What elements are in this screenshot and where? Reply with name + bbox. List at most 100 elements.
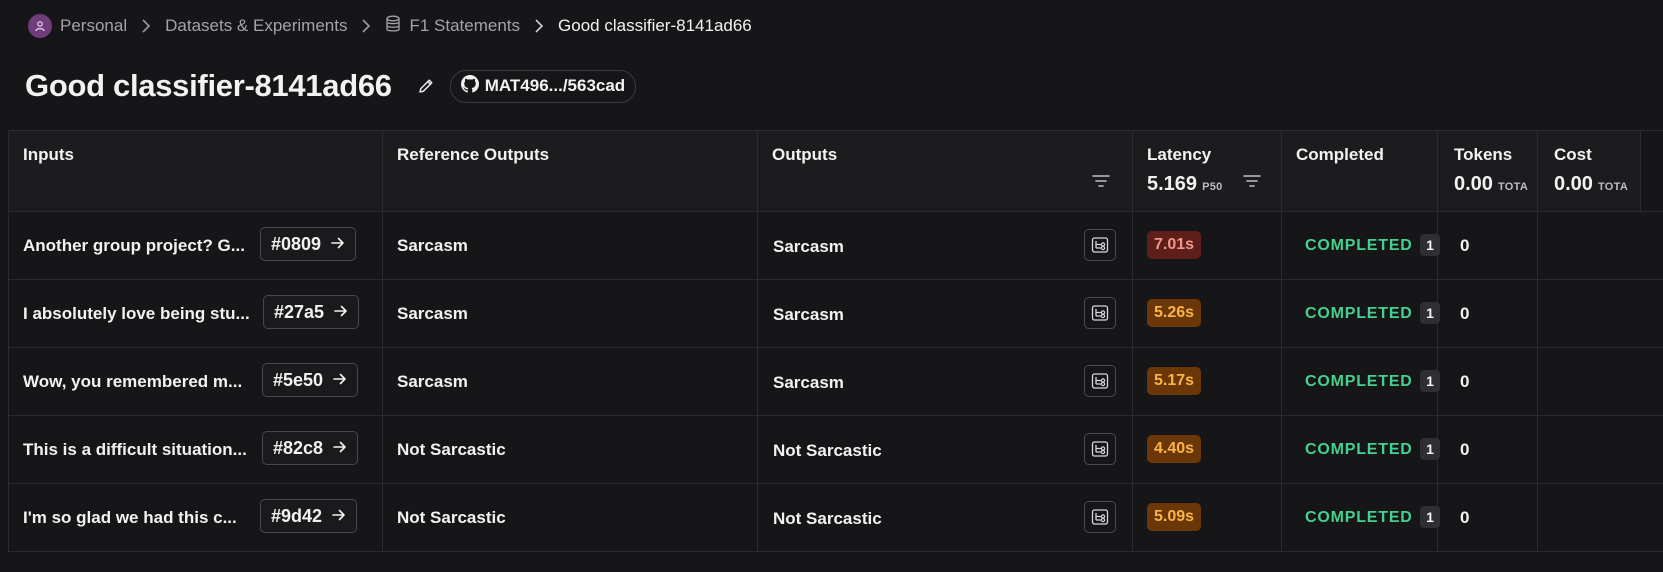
arrow-right-icon	[331, 234, 345, 255]
input-text: Another group project? G...	[23, 236, 245, 255]
output-text: Not Sarcastic	[773, 509, 882, 528]
tokens-text: 0	[1460, 372, 1470, 391]
column-header-inputs[interactable]: Inputs	[23, 145, 74, 165]
tokens-text: 0	[1460, 304, 1470, 323]
breadcrumb-datasets[interactable]: Datasets & Experiments	[165, 16, 347, 36]
example-id-button[interactable]: #9d42	[260, 499, 358, 533]
status-badge: COMPLETED	[1305, 237, 1413, 254]
output-text: Not Sarcastic	[773, 441, 882, 460]
latency-summary: 5.169 P50	[1147, 173, 1223, 196]
arrow-right-icon	[333, 370, 347, 391]
commit-badge[interactable]: MAT496.../563cad	[449, 69, 637, 103]
tokens-text: 0	[1460, 236, 1470, 255]
breadcrumb-personal[interactable]: Personal	[28, 14, 127, 38]
example-id-label: #0809	[271, 233, 322, 254]
column-header-cost[interactable]: Cost	[1554, 145, 1592, 165]
database-icon	[385, 15, 401, 38]
feedback-count[interactable]: 1	[1420, 506, 1440, 528]
status-badge: COMPLETED	[1305, 373, 1413, 390]
example-id-button[interactable]: #0809	[260, 227, 357, 261]
pencil-icon[interactable]	[414, 74, 438, 98]
feedback-count[interactable]: 1	[1420, 234, 1440, 256]
input-cell: Another group project? G...	[23, 212, 251, 280]
example-id-button[interactable]: #5e50	[262, 363, 359, 397]
arrow-right-icon	[334, 302, 348, 323]
output-text: Sarcasm	[773, 373, 844, 392]
status-badge: COMPLETED	[1305, 509, 1413, 526]
reference-output-cell: Not Sarcastic	[397, 416, 506, 484]
reference-output-text: Sarcasm	[397, 372, 468, 391]
cost-unit: TOTA	[1597, 181, 1629, 193]
experiment-table: Inputs Reference Outputs Outputs Latency…	[8, 130, 1663, 572]
input-text: I'm so glad we had this c...	[23, 508, 237, 527]
tokens-cell: 0	[1460, 484, 1469, 552]
tokens-unit: TOTA	[1497, 181, 1529, 193]
latency-badge: 5.17s	[1147, 367, 1202, 395]
example-id-label: #27a5	[274, 301, 325, 322]
cost-summary: 0.00 TOTA	[1554, 173, 1636, 196]
output-cell: Sarcasm	[773, 213, 844, 281]
table-row[interactable]: Wow, you remembered m... #5e50 Sarcasm S…	[8, 347, 1663, 416]
table-row[interactable]: I absolutely love being stu... #27a5 Sar…	[8, 279, 1663, 348]
example-id-button[interactable]: #82c8	[262, 431, 359, 465]
reference-output-cell: Sarcasm	[397, 280, 468, 348]
output-cell: Sarcasm	[773, 281, 844, 349]
table-row[interactable]: I'm so glad we had this c... #9d42 Not S…	[8, 483, 1663, 552]
user-avatar-icon	[28, 14, 52, 38]
breadcrumb-current: Good classifier-8141ad66	[558, 16, 752, 36]
tokens-text: 0	[1460, 508, 1470, 527]
status-badge: COMPLETED	[1305, 305, 1413, 322]
chevron-right-icon	[141, 19, 151, 33]
latency-badge: 4.40s	[1147, 435, 1202, 463]
tokens-cell: 0	[1460, 348, 1469, 416]
table-row[interactable]: This is a difficult situation... #82c8 N…	[8, 415, 1663, 484]
table-row[interactable]: Another group project? G... #0809 Sarcas…	[8, 211, 1663, 280]
trace-tree-icon[interactable]	[1084, 229, 1116, 261]
input-text: This is a difficult situation...	[23, 440, 247, 459]
tokens-summary: 0.00 TOTA	[1454, 173, 1536, 196]
breadcrumb-personal-label: Personal	[60, 16, 128, 35]
page-title: Good classifier-8141ad66	[25, 68, 392, 103]
example-id-label: #9d42	[271, 505, 323, 526]
reference-output-text: Not Sarcastic	[397, 508, 506, 527]
reference-output-text: Not Sarcastic	[397, 440, 506, 459]
reference-output-text: Sarcasm	[397, 304, 468, 323]
column-header-tokens[interactable]: Tokens	[1454, 145, 1512, 165]
chevron-right-icon	[534, 19, 544, 33]
latency-unit: P50	[1202, 181, 1223, 193]
cost-value: 0.00	[1554, 173, 1593, 195]
page-header: Good classifier-8141ad66 MAT496.../563ca…	[25, 68, 637, 104]
table-header	[8, 131, 1641, 211]
breadcrumb-current-label: Good classifier-8141ad66	[558, 16, 752, 35]
column-header-completed[interactable]: Completed	[1296, 145, 1384, 165]
table-bottom-border	[8, 551, 1663, 552]
latency-badge: 5.09s	[1147, 503, 1202, 531]
trace-tree-icon[interactable]	[1084, 365, 1116, 397]
breadcrumb-dataset[interactable]: F1 Statements	[385, 15, 520, 38]
latency-value: 5.169	[1147, 173, 1198, 195]
input-text: Wow, you remembered m...	[23, 372, 243, 391]
feedback-count[interactable]: 1	[1420, 438, 1440, 460]
reference-output-text: Sarcasm	[397, 236, 468, 255]
tokens-value: 0.00	[1454, 173, 1493, 195]
input-cell: I'm so glad we had this c...	[23, 484, 251, 552]
reference-output-cell: Not Sarcastic	[397, 484, 506, 552]
github-icon	[460, 74, 479, 98]
breadcrumb: Personal Datasets & Experiments F1 State…	[28, 14, 752, 38]
trace-tree-icon[interactable]	[1084, 433, 1116, 465]
trace-tree-icon[interactable]	[1084, 297, 1116, 329]
column-header-latency[interactable]: Latency	[1147, 145, 1211, 165]
output-cell: Not Sarcastic	[773, 485, 882, 553]
input-text: I absolutely love being stu...	[23, 304, 250, 323]
feedback-count[interactable]: 1	[1420, 370, 1440, 392]
column-header-reference-outputs[interactable]: Reference Outputs	[397, 145, 549, 165]
column-header-outputs[interactable]: Outputs	[772, 145, 837, 165]
filter-icon[interactable]	[1242, 171, 1262, 191]
latency-badge: 7.01s	[1147, 231, 1202, 259]
feedback-count[interactable]: 1	[1420, 302, 1440, 324]
example-id-label: #82c8	[273, 437, 324, 458]
tokens-cell: 0	[1460, 280, 1469, 348]
filter-icon[interactable]	[1091, 171, 1111, 191]
example-id-button[interactable]: #27a5	[263, 295, 360, 329]
trace-tree-icon[interactable]	[1084, 501, 1116, 533]
